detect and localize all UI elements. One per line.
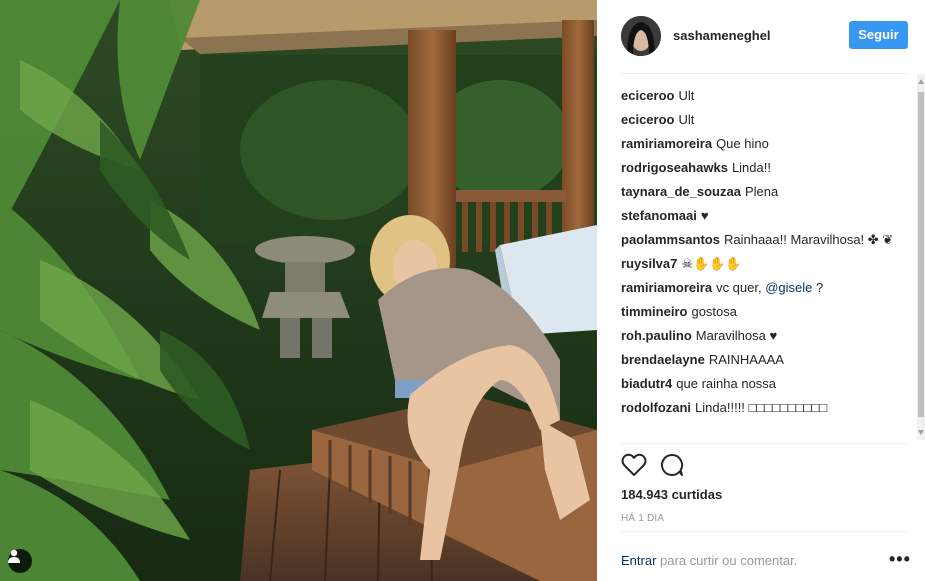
- post-timestamp[interactable]: HÁ 1 DIA: [621, 513, 664, 524]
- comment-username[interactable]: biadutr4: [621, 376, 672, 391]
- comments-scrollbar[interactable]: [917, 74, 925, 440]
- comment-text: RAINHAAAA: [708, 352, 784, 367]
- post-header: sashameneghel Seguir: [597, 0, 925, 72]
- scroll-down-icon[interactable]: [917, 428, 925, 436]
- comment-item: ruysilva7 ☠✋✋✋: [621, 252, 911, 276]
- comment-text: Linda!!!!! □□□□□□□□□□: [695, 400, 828, 415]
- scroll-up-icon[interactable]: [917, 78, 925, 86]
- author-username[interactable]: sashameneghel: [673, 28, 771, 43]
- comment-username[interactable]: ramiriamoreira: [621, 136, 712, 151]
- comment-username[interactable]: stefanomaai: [621, 208, 697, 223]
- follow-button[interactable]: Seguir: [849, 21, 908, 49]
- comment-item: eciceroo Ult: [621, 84, 911, 108]
- comment-username[interactable]: ramiriamoreira: [621, 280, 712, 295]
- comment-text: Linda!!: [731, 160, 771, 175]
- comment-username[interactable]: timmineiro: [621, 304, 687, 319]
- login-prompt: Entrar para curtir ou comentar.: [621, 553, 797, 568]
- comment-text: gostosa: [691, 304, 738, 319]
- comment-text: que rainha nossa: [676, 376, 777, 391]
- login-link[interactable]: Entrar: [621, 553, 656, 568]
- comment-username[interactable]: eciceroo: [621, 112, 674, 127]
- comment-item: rodolfozani Linda!!!!! □□□□□□□□□□: [621, 396, 911, 420]
- comment-username[interactable]: brendaelayne: [621, 352, 705, 367]
- user-tag-icon[interactable]: [8, 549, 32, 573]
- action-bar: [621, 453, 721, 479]
- comment-username[interactable]: taynara_de_souzaa: [621, 184, 741, 199]
- comment-item: rodrigoseahawks Linda!!: [621, 156, 911, 180]
- comment-item: roh.paulino Maravilhosa ♥: [621, 324, 911, 348]
- comment-icon[interactable]: [660, 453, 684, 482]
- likes-count[interactable]: 184.943 curtidas: [621, 487, 722, 502]
- comment-item: timmineiro gostosa: [621, 300, 911, 324]
- comments-divider: [621, 443, 908, 444]
- comment-item: ramiriamoreira Que hino: [621, 132, 911, 156]
- comment-text: Ult: [678, 112, 695, 127]
- comment-username[interactable]: paolammsantos: [621, 232, 720, 247]
- more-options-button[interactable]: •••: [889, 550, 911, 568]
- comment-item: biadutr4 que rainha nossa: [621, 372, 911, 396]
- comment-username[interactable]: roh.paulino: [621, 328, 692, 343]
- login-prompt-text: para curtir ou comentar.: [660, 553, 798, 568]
- comment-text: Rainhaaa!! Maravilhosa! ✤ ❦: [723, 232, 894, 247]
- header-divider: [621, 73, 908, 74]
- comment-username[interactable]: rodrigoseahawks: [621, 160, 728, 175]
- photo-scene: [0, 0, 597, 581]
- comment-text: ☠✋✋✋: [681, 256, 742, 271]
- scrollbar-thumb[interactable]: [918, 92, 924, 417]
- comment-text: Maravilhosa ♥: [695, 328, 778, 343]
- comment-username[interactable]: rodolfozani: [621, 400, 691, 415]
- heart-icon[interactable]: [621, 453, 647, 482]
- comment-text: vc quer,: [716, 280, 762, 295]
- comment-text: Ult: [678, 88, 695, 103]
- comment-item: taynara_de_souzaa Plena: [621, 180, 911, 204]
- comment-item: paolammsantos Rainhaaa!! Maravilhosa! ✤ ❦: [621, 228, 911, 252]
- post-sidebar: sashameneghel Seguir eciceroo Ult ecicero…: [597, 0, 925, 581]
- comments-list: eciceroo Ult eciceroo Ult ramiriamoreira Qu…: [621, 84, 911, 440]
- footer-divider: [621, 531, 908, 532]
- comment-text: Plena: [744, 184, 779, 199]
- comment-username[interactable]: ruysilva7: [621, 256, 677, 271]
- comment-text: ♥: [700, 208, 709, 223]
- comment-item: stefanomaai ♥: [621, 204, 911, 228]
- comment-mention[interactable]: @gisele: [765, 280, 812, 295]
- comment-text: Que hino: [716, 136, 769, 151]
- post-photo[interactable]: [0, 0, 597, 581]
- avatar[interactable]: [621, 16, 661, 56]
- comment-username[interactable]: eciceroo: [621, 88, 674, 103]
- comment-item: brendaelayne RAINHAAAA: [621, 348, 911, 372]
- comment-item: eciceroo Ult: [621, 108, 911, 132]
- comment-item: ramiriamoreira vc quer, @gisele ?: [621, 276, 911, 300]
- comment-text-after: ?: [816, 280, 824, 295]
